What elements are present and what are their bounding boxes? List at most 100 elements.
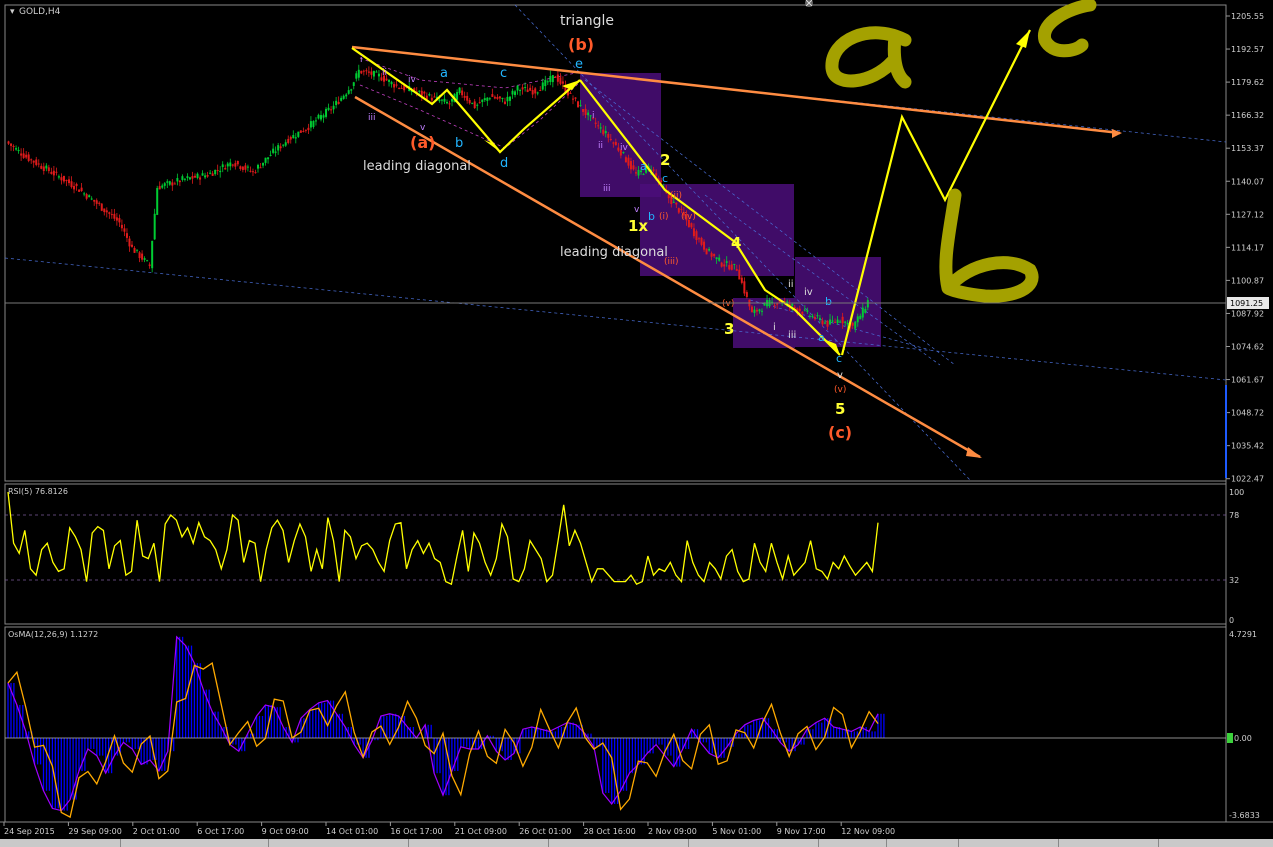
candle-body <box>32 160 35 163</box>
candle-body <box>332 105 335 110</box>
candle-body <box>282 144 285 146</box>
candle-body <box>229 162 232 167</box>
candle-body <box>68 179 70 184</box>
rsi-tick-label: 0 <box>1229 616 1234 625</box>
sub-wave-label: a <box>640 160 647 173</box>
candle-body <box>337 101 340 104</box>
price-tick-label: 1127.12 <box>1231 210 1264 219</box>
candle-body <box>70 181 73 188</box>
current-price-label: 1091.25 <box>1230 299 1263 308</box>
candle-body <box>569 92 572 94</box>
candle-body <box>226 163 229 167</box>
candle-body <box>735 269 738 271</box>
candle-body <box>713 254 716 257</box>
candle-body <box>710 253 713 257</box>
candle-body <box>811 315 814 318</box>
candle-body <box>551 75 554 83</box>
sub-wave-label: (iv) <box>681 212 696 222</box>
price-tick-label: 1205.55 <box>1231 12 1264 21</box>
leading-diagonal-label: leading diagonal <box>363 159 471 174</box>
status-bar <box>0 839 1273 847</box>
candle-body <box>317 114 320 119</box>
chart-menu-icon[interactable]: ▾ <box>10 7 15 17</box>
wave-1x-label: 1x <box>628 217 648 235</box>
status-segment <box>688 839 819 847</box>
candle-body <box>773 305 776 307</box>
candle-body <box>88 195 91 198</box>
candle-body <box>519 90 522 92</box>
candle-body <box>375 71 378 73</box>
candle-body <box>287 138 290 143</box>
candle-body <box>612 142 615 144</box>
rsi-tick-label: 32 <box>1229 576 1239 585</box>
candle-body <box>294 137 297 139</box>
candle-body <box>158 186 161 190</box>
candle-body <box>178 180 181 183</box>
osma-tick-label: -3.6833 <box>1229 811 1260 820</box>
sub-wave-label: iv <box>804 287 813 298</box>
osma-zero-marker <box>1227 733 1233 743</box>
candle-body <box>214 169 217 175</box>
time-tick-label: 9 Oct 09:00 <box>262 827 309 836</box>
time-tick-label: 29 Sep 09:00 <box>68 827 121 836</box>
candle-body <box>481 99 484 103</box>
candle-body <box>269 154 272 156</box>
candle-body <box>7 141 10 144</box>
candle-body <box>342 95 345 99</box>
price-tick-label: 1114.17 <box>1231 243 1264 252</box>
candle-body <box>738 269 741 280</box>
sub-wave-label: i <box>592 111 595 121</box>
close-icon[interactable] <box>805 0 813 7</box>
candle-body <box>272 148 275 153</box>
price-tick-label: 1074.62 <box>1231 343 1264 352</box>
candle-body <box>428 94 431 96</box>
candle-body <box>138 252 141 259</box>
sub-wave-label: iv <box>408 75 417 85</box>
candle-body <box>604 131 607 134</box>
candle-body <box>221 164 224 168</box>
candle-body <box>156 188 159 215</box>
triangle-a-label: a <box>440 66 448 81</box>
candle-body <box>166 181 169 183</box>
wave-3-label: 3 <box>724 320 734 338</box>
candle-body <box>476 104 479 106</box>
candle-body <box>524 86 527 88</box>
candle-body <box>146 260 149 262</box>
candle-body <box>357 69 360 78</box>
candle-body <box>35 159 38 165</box>
rsi-line <box>7 491 879 586</box>
candle-body <box>17 149 20 152</box>
candle-body <box>705 248 708 255</box>
candle-body <box>740 277 743 283</box>
candle-body <box>314 120 317 122</box>
candle-body <box>173 183 176 185</box>
candle-body <box>486 97 489 101</box>
candle-body <box>191 176 194 179</box>
candle-body <box>148 264 151 266</box>
candle-body <box>201 173 204 176</box>
symbol-label: GOLD,H4 <box>19 7 61 17</box>
candle-body <box>153 213 156 240</box>
time-tick-label: 2 Nov 09:00 <box>648 827 697 836</box>
candle-body <box>367 71 370 73</box>
candle-body <box>541 82 544 90</box>
candle-body <box>854 321 857 329</box>
chart-canvas[interactable]: triangle (b) e (a) leading diagonal leading d… <box>0 0 1273 847</box>
status-segment <box>408 839 549 847</box>
wave-e-label: e <box>575 57 583 72</box>
candle-body <box>239 166 242 169</box>
candle-body <box>720 262 723 267</box>
candle-body <box>186 176 189 178</box>
candle-body <box>572 98 574 100</box>
candle-body <box>309 121 312 128</box>
osma-title: OsMA(12,26,9) 1.1272 <box>8 630 98 639</box>
candle-body <box>461 90 464 96</box>
candle-body <box>526 89 529 93</box>
candle-body <box>47 167 50 172</box>
triangle-b-label: b <box>455 136 463 151</box>
candle-body <box>168 181 171 185</box>
candle-body <box>95 200 98 204</box>
candle-body <box>614 141 617 146</box>
candle-body <box>559 77 562 84</box>
candle-body <box>345 94 348 97</box>
